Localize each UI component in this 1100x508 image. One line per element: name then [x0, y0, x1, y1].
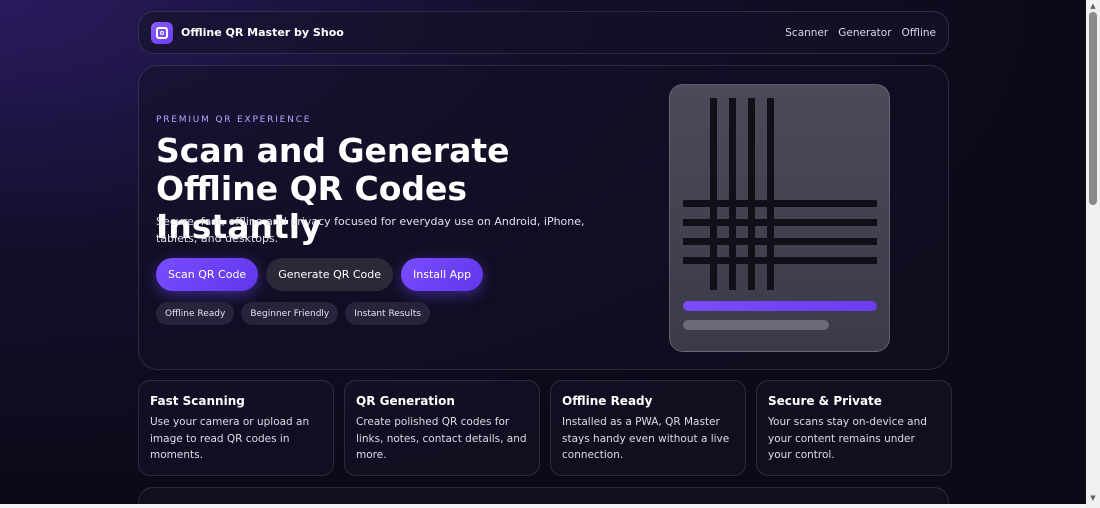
progress-bar-muted: [683, 320, 829, 330]
scroll-down-arrow-icon[interactable]: ▼: [1086, 492, 1100, 504]
generate-qr-button[interactable]: Generate QR Code: [266, 258, 394, 291]
hero-description: Secure, fast, offline and privacy focuse…: [156, 215, 585, 245]
card-text: Create polished QR codes for links, note…: [356, 416, 527, 461]
nav-link-offline[interactable]: Offline: [902, 27, 936, 39]
scroll-thumb[interactable]: [1089, 12, 1097, 205]
feature-card-qr-generation: QR Generation Create polished QR codes f…: [344, 380, 540, 476]
card-title: Fast Scanning: [150, 394, 245, 408]
bottom-edge: [0, 504, 1086, 508]
camera-icon: [151, 21, 173, 44]
chip-offline-ready: Offline Ready: [156, 302, 235, 325]
feature-card-secure-private: Secure & Private Your scans stay on-devi…: [756, 380, 952, 476]
page: Offline QR Master by Shoo Scanner Genera…: [0, 0, 1086, 508]
qr-mockup-card: [669, 84, 890, 352]
navbar: Offline QR Master by Shoo Scanner Genera…: [138, 11, 949, 54]
card-text: Installed as a PWA, QR Master stays hand…: [562, 416, 730, 461]
brand-name: Offline QR Master by Shoo: [181, 26, 344, 39]
card-text: Your scans stay on-device and your conte…: [768, 416, 927, 461]
hero-eyebrow: PREMIUM QR EXPERIENCE: [156, 115, 312, 125]
nav-link-scanner[interactable]: Scanner: [785, 27, 828, 39]
feature-chips: Offline Ready Beginner Friendly Instant …: [156, 302, 430, 325]
feature-card-fast-scanning: Fast Scanning Use your camera or upload …: [138, 380, 334, 476]
scroll-up-arrow-icon[interactable]: ▲: [1086, 0, 1100, 12]
card-title: Offline Ready: [562, 394, 653, 408]
qr-pattern-icon: [683, 98, 877, 290]
card-text: Use your camera or upload an image to re…: [150, 416, 310, 461]
chip-beginner-friendly: Beginner Friendly: [241, 302, 339, 325]
vertical-scrollbar[interactable]: ▲ ▼: [1086, 0, 1100, 508]
card-title: QR Generation: [356, 394, 455, 408]
feature-card-offline-ready: Offline Ready Installed as a PWA, QR Mas…: [550, 380, 746, 476]
progress-bar-accent: [683, 301, 877, 311]
nav-link-generator[interactable]: Generator: [838, 27, 891, 39]
hero-section: PREMIUM QR EXPERIENCE Scan and Generate …: [138, 65, 949, 370]
scan-qr-button[interactable]: Scan QR Code: [156, 258, 259, 291]
chip-instant-results: Instant Results: [345, 302, 430, 325]
brand[interactable]: Offline QR Master by Shoo: [151, 21, 344, 44]
hero-buttons: Scan QR Code Generate QR Code Install Ap…: [156, 258, 484, 291]
nav-links: Scanner Generator Offline: [785, 27, 936, 39]
install-app-button[interactable]: Install App: [401, 258, 484, 291]
card-title: Secure & Private: [768, 394, 882, 408]
feature-cards: Fast Scanning Use your camera or upload …: [138, 380, 952, 476]
